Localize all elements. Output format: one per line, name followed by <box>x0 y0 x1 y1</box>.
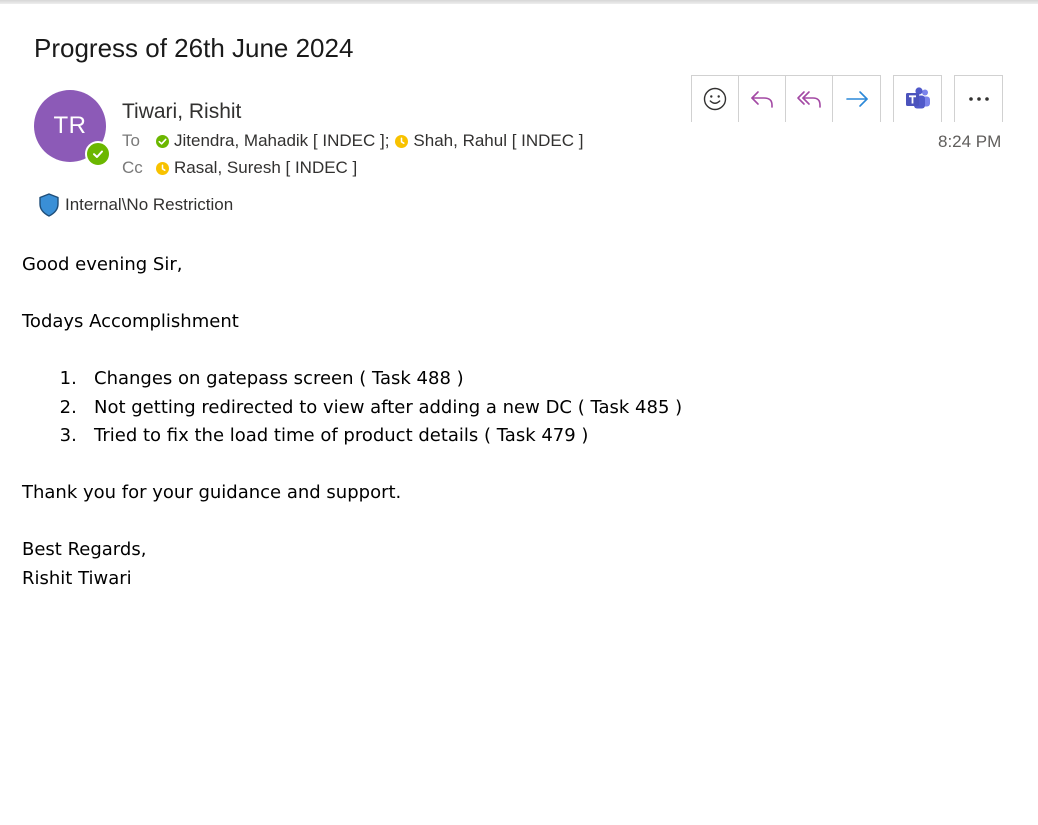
more-icon <box>968 97 989 101</box>
reply-all-icon <box>797 91 821 108</box>
list-item: Changes on gatepass screen ( Task 488 ) <box>94 365 682 394</box>
teams-action <box>893 75 942 122</box>
sender-name[interactable]: Tiwari, Rishit <box>122 100 241 124</box>
shield-icon <box>39 193 59 217</box>
response-actions <box>691 75 881 122</box>
list-item: Tried to fix the load time of product de… <box>94 422 682 451</box>
sensitivity-label-text: Internal\No Restriction <box>65 195 234 214</box>
to-label: To <box>122 131 140 150</box>
recipient-cc-1[interactable]: Rasal, Suresh [ INDEC ] <box>174 158 357 178</box>
cc-label: Cc <box>122 158 143 177</box>
signature: Rishit Tiwari <box>22 567 132 589</box>
list-item: Not getting redirected to view after add… <box>94 394 682 423</box>
presence-away-icon <box>156 161 169 175</box>
email-body: Good evening Sir, Todays Accomplishment … <box>22 251 682 593</box>
recipient-to-2[interactable]: Shah, Rahul [ INDEC ] <box>413 131 583 151</box>
thanks-line: Thank you for your guidance and support. <box>22 482 402 503</box>
closing: Best Regards, <box>22 539 147 560</box>
avatar-initials: TR <box>53 112 87 139</box>
forward-button[interactable] <box>833 76 880 122</box>
cc-row: Cc Rasal, Suresh [ INDEC ] <box>122 158 363 178</box>
presence-available-icon <box>156 134 169 148</box>
sensitivity-label[interactable]: Internal\No Restriction <box>37 192 233 218</box>
to-row: To Jitendra, Mahadik [ INDEC ]; Shah, Ra… <box>122 131 590 151</box>
teams-icon <box>905 87 930 109</box>
reply-all-button[interactable] <box>786 76 833 122</box>
more-button[interactable] <box>955 76 1002 122</box>
reaction-button[interactable] <box>692 76 739 122</box>
email-subject: Progress of 26th June 2024 <box>34 33 354 63</box>
presence-away-icon <box>395 134 409 148</box>
share-to-teams-button[interactable] <box>894 76 941 122</box>
message-toolbar <box>691 75 1003 122</box>
greeting: Good evening Sir, <box>22 254 183 275</box>
section-title: Todays Accomplishment <box>22 311 239 332</box>
forward-icon <box>845 91 868 107</box>
reply-icon <box>751 91 773 108</box>
window-top-border <box>0 0 1038 4</box>
more-actions <box>954 75 1003 122</box>
presence-available-icon <box>85 141 111 167</box>
received-time: 8:24 PM <box>938 132 1002 151</box>
accomplishment-list: Changes on gatepass screen ( Task 488 ) … <box>22 365 682 451</box>
emoji-icon <box>703 87 727 111</box>
reply-button[interactable] <box>739 76 786 122</box>
recipient-to-1[interactable]: Jitendra, Mahadik [ INDEC ]; <box>174 131 389 151</box>
